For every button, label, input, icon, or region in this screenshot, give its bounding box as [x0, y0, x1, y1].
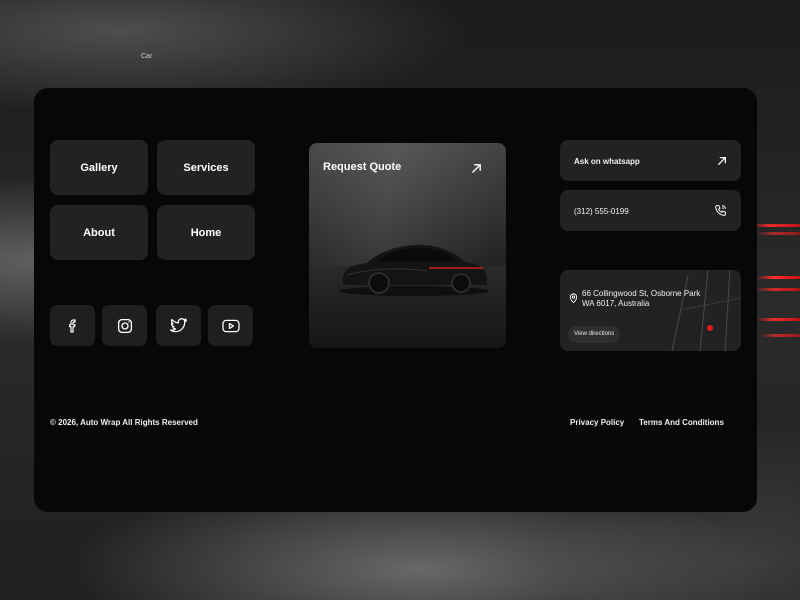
phone-number: (312) 555-0199: [574, 207, 629, 216]
address-line-2: WA 6017, Australia: [582, 299, 650, 308]
whatsapp-label: Ask on whatsapp: [574, 157, 640, 166]
whatsapp-button[interactable]: Ask on whatsapp: [560, 140, 741, 181]
arrow-up-right-icon: [472, 164, 481, 173]
twitter-button[interactable]: [156, 305, 201, 346]
location-card[interactable]: 66 Collingwood St, Osborne Park WA 6017,…: [560, 270, 741, 351]
facebook-button[interactable]: [50, 305, 95, 346]
address-line-1: 66 Collingwood St, Osborne Park: [582, 289, 701, 298]
instagram-button[interactable]: [102, 305, 147, 346]
nav-services-label: Services: [183, 161, 229, 174]
arrow-up-right-icon: [718, 157, 726, 165]
car-image: [339, 245, 489, 296]
youtube-icon: [221, 319, 240, 332]
view-directions-button[interactable]: View directions: [568, 326, 621, 343]
privacy-policy-link[interactable]: Privacy Policy: [570, 418, 624, 427]
instagram-icon: [117, 318, 132, 333]
twitter-icon: [169, 318, 188, 333]
footer-card: Gallery Services About Home Request Quot…: [34, 88, 757, 512]
address: 66 Collingwood St, Osborne Park WA 6017,…: [582, 289, 700, 309]
light-streak: [750, 224, 800, 227]
light-streak: [760, 334, 800, 337]
nav-home-button[interactable]: Home: [157, 205, 255, 260]
terms-link[interactable]: Terms And Conditions: [639, 418, 724, 427]
nav-about-button[interactable]: About: [50, 205, 148, 260]
nav-gallery-label: Gallery: [80, 161, 118, 174]
facebook-icon: [68, 318, 76, 333]
request-quote-card[interactable]: Request Quote: [309, 143, 506, 348]
nav-home-label: Home: [190, 226, 222, 239]
light-streak: [756, 276, 800, 279]
location-pin-icon: [569, 293, 578, 304]
nav-about-label: About: [83, 226, 115, 239]
light-streak: [756, 318, 800, 321]
phone-button[interactable]: (312) 555-0199: [560, 190, 741, 231]
light-streak: [756, 288, 800, 291]
phone-icon: [715, 205, 726, 216]
nav-services-button[interactable]: Services: [157, 140, 255, 195]
copyright-text: © 2026, Auto Wrap All Rights Reserved: [50, 418, 198, 427]
youtube-button[interactable]: [208, 305, 253, 346]
nav-gallery-button[interactable]: Gallery: [50, 140, 148, 195]
light-streak: [756, 232, 800, 235]
request-quote-title: Request Quote: [323, 161, 402, 173]
view-directions-label: View directions: [574, 331, 615, 337]
background-label: Car: [141, 53, 153, 60]
